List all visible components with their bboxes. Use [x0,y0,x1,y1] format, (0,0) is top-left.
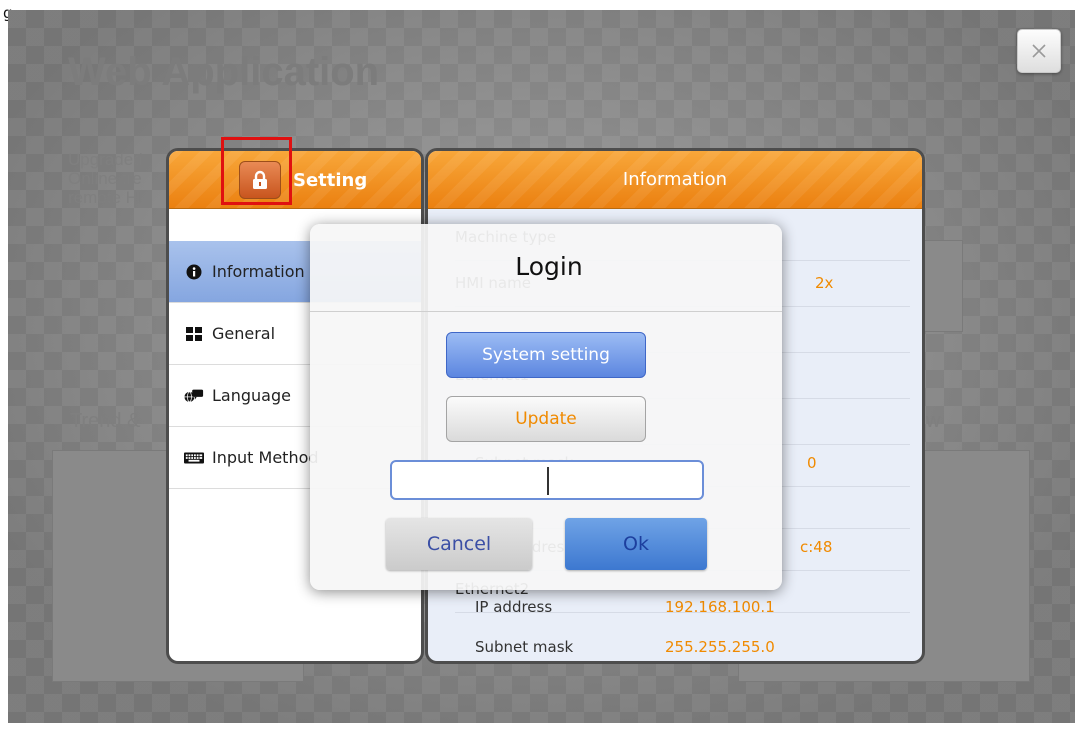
background-side-label: w [926,410,941,432]
keyboard-icon [184,450,204,466]
background-title: Web Application [68,50,380,94]
info-row: Subnet mask 255.255.255.0 [475,638,775,656]
background-trend-label: Trend & [70,410,141,432]
close-icon [1032,44,1046,58]
ok-button[interactable]: Ok [565,518,707,570]
close-button[interactable] [1017,29,1061,73]
hmi-screen: Web Application Upgraded Online tre remo… [8,10,1075,723]
cancel-button[interactable]: Cancel [386,518,532,570]
information-title: Information [622,169,728,190]
login-dialog: Login System setting Update Cancel Ok [310,224,782,590]
menu-item-label: Input Method [212,448,319,467]
text-caret [547,467,549,495]
globe-chat-icon [184,388,204,404]
system-setting-button[interactable]: System setting [446,332,646,378]
password-input[interactable] [390,460,704,500]
setting-title: Setting [293,170,368,191]
login-title: Login [515,252,583,281]
menu-item-label: Information [212,262,305,281]
grid-icon [184,326,204,342]
information-panel-header: Information [428,151,922,209]
update-button[interactable]: Update [446,396,646,442]
menu-item-label: Language [212,386,291,405]
menu-item-label: General [212,324,276,343]
setting-panel-header: Setting [169,151,421,209]
lock-highlight-box [221,137,292,205]
background-text: Upgraded Online tre remote HI [68,150,143,207]
info-icon [184,264,204,280]
login-divider [310,311,782,312]
